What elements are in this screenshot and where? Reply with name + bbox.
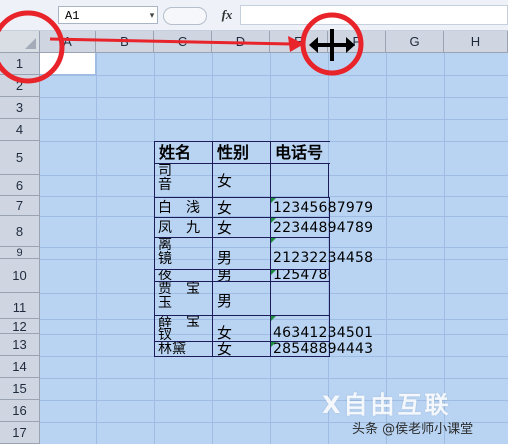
worksheet: A B C D E F G H 1 2 3 4 5 6 7 8 9 10 11 … (0, 31, 508, 444)
formula-input[interactable] (240, 5, 508, 25)
grid-line (40, 97, 508, 98)
row-header-4[interactable]: 4 (0, 119, 40, 141)
cell-phone[interactable] (270, 163, 329, 198)
row-header-13[interactable]: 13 (0, 334, 40, 356)
cell-sex[interactable]: 女 (212, 315, 271, 342)
header-phone[interactable]: 电话号码 (270, 141, 330, 164)
insert-function-button[interactable]: fx (216, 5, 238, 25)
grid-line (40, 378, 508, 379)
row-header-6[interactable]: 6 (0, 175, 40, 196)
cell-phone[interactable]: 46341234501 (270, 315, 373, 342)
cell-sex[interactable]: 男 (212, 281, 271, 316)
column-header-h[interactable]: H (444, 31, 508, 53)
row-header-16[interactable]: 16 (0, 400, 40, 422)
cell-phone[interactable]: 12345687979 (270, 197, 373, 218)
cell-sex[interactable]: 女 (212, 197, 271, 218)
column-header-c[interactable]: C (154, 31, 212, 53)
name-box[interactable]: A1 (58, 6, 158, 24)
row-header-17[interactable]: 17 (0, 422, 40, 444)
row-header-1[interactable]: 1 (0, 53, 40, 75)
row-header-5[interactable]: 5 (0, 141, 40, 175)
row-header-15[interactable]: 15 (0, 378, 40, 400)
cell-name[interactable]: 司 音 (154, 163, 213, 198)
row-header-3[interactable]: 3 (0, 97, 40, 119)
name-box-resize-handle[interactable] (163, 7, 207, 25)
formula-bar: A1 ▾ fx (0, 0, 508, 31)
active-cell-a1[interactable] (40, 53, 96, 75)
cell-name[interactable]: 凤 九 (154, 217, 213, 238)
chevron-down-icon[interactable]: ▾ (146, 6, 158, 24)
grid-line (96, 53, 97, 444)
cell-name[interactable]: 离 镜 (154, 237, 213, 270)
cell-phone[interactable]: 22344894789 (270, 217, 373, 238)
row-header-12[interactable]: 12 (0, 319, 40, 334)
cell-sex[interactable]: 女 (212, 217, 271, 238)
error-indicator-icon[interactable] (271, 218, 276, 223)
row-header-11[interactable]: 11 (0, 293, 40, 319)
error-indicator-icon[interactable] (271, 342, 276, 347)
row-header-14[interactable]: 14 (0, 356, 40, 378)
column-header-a[interactable]: A (40, 31, 96, 53)
cell-name[interactable]: 贾 宝 玉 (154, 281, 213, 316)
cell-sex[interactable]: 女 (212, 163, 271, 198)
header-sex[interactable]: 性别 (212, 141, 271, 164)
error-indicator-icon[interactable] (271, 316, 276, 321)
select-all-icon (25, 38, 36, 49)
row-header-8[interactable]: 8 (0, 216, 40, 247)
row-header-10[interactable]: 10 (0, 259, 40, 293)
row-header-9[interactable]: 9 (0, 247, 40, 259)
grid-line (40, 75, 508, 76)
error-indicator-icon[interactable] (271, 198, 276, 203)
resize-cursor-icon (309, 29, 355, 61)
row-header-2[interactable]: 2 (0, 75, 40, 97)
cell-phone[interactable] (270, 281, 330, 316)
column-header-d[interactable]: D (212, 31, 270, 53)
cell-name[interactable]: 薛 宝 钗 (154, 315, 213, 342)
cell-sex[interactable]: 男 (212, 237, 271, 270)
watermark-caption: 头条 @侯老师小课堂 (352, 422, 474, 437)
cell-phone[interactable]: 28548894443 (270, 341, 373, 357)
grid-line (40, 119, 508, 120)
cell-name[interactable]: 林黛 (154, 341, 213, 357)
select-all-button[interactable] (0, 31, 40, 53)
error-indicator-icon[interactable] (271, 238, 276, 243)
cell-name[interactable]: 白 浅 (154, 197, 213, 218)
row-header-7[interactable]: 7 (0, 196, 40, 216)
error-indicator-icon[interactable] (271, 270, 276, 275)
column-header-g[interactable]: G (386, 31, 444, 53)
cell-phone[interactable]: 21232234458 (270, 237, 373, 270)
column-header-b[interactable]: B (96, 31, 154, 53)
cell-sex[interactable]: 女 (212, 341, 271, 357)
header-name[interactable]: 姓名 (154, 141, 213, 164)
